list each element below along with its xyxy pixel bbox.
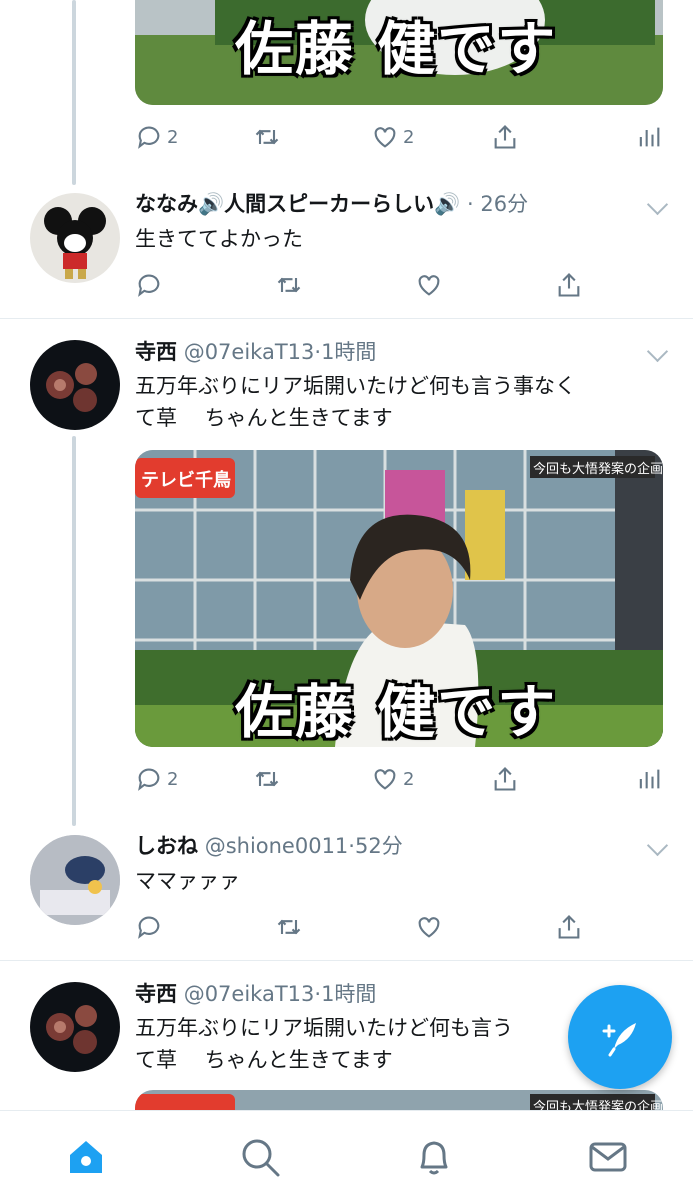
reply-count: 2 <box>167 126 179 148</box>
thread-line <box>72 436 76 826</box>
retweet-icon <box>255 129 279 145</box>
tab-home[interactable] <box>64 1135 108 1179</box>
display-name[interactable]: しおね <box>135 834 198 858</box>
tab-messages[interactable] <box>586 1135 630 1179</box>
compose-tweet-button[interactable] <box>568 985 672 1089</box>
tweet-media[interactable]: テレビ千鳥 今回も大悟発案の企画 佐藤 健です <box>135 450 663 747</box>
reply-icon <box>138 768 160 791</box>
divider <box>0 960 693 961</box>
chevron-down-icon[interactable] <box>646 340 669 363</box>
home-icon <box>70 1141 102 1173</box>
avatar[interactable] <box>30 835 120 925</box>
chevron-down-icon[interactable] <box>646 193 669 216</box>
tweet-header: 寺西 @07eikaT13·1時間 <box>135 338 376 366</box>
tweet-media[interactable]: 佐藤 健です <box>135 0 663 105</box>
tweet-actions: 2 2 <box>135 120 665 154</box>
tweet-header: しおね @shione0011·52分 <box>135 832 403 860</box>
separator: · <box>348 834 355 858</box>
reply-button[interactable]: 2 <box>135 762 178 796</box>
reply-button[interactable] <box>135 268 163 302</box>
handle[interactable]: @shione0011 <box>205 834 349 858</box>
retweet-button[interactable] <box>275 268 303 302</box>
display-name[interactable]: 寺西 <box>135 982 177 1006</box>
tab-notifications[interactable] <box>412 1135 456 1179</box>
tweet-header: ななみ🔊人間スピーカーらしい🔊 · 26分 <box>135 190 528 218</box>
like-button[interactable]: 2 <box>371 120 414 154</box>
share-icon <box>558 915 580 939</box>
retweet-button[interactable] <box>275 910 303 944</box>
analytics-button[interactable] <box>635 762 663 796</box>
heart-icon <box>418 917 440 938</box>
compose-feather-icon <box>602 1023 636 1057</box>
share-button[interactable] <box>491 120 519 154</box>
retweet-button[interactable] <box>253 120 281 154</box>
media-caption: 佐藤 健です <box>235 15 558 83</box>
timestamp: 52分 <box>354 834 403 858</box>
like-count: 2 <box>403 768 415 790</box>
tweet-text: 生きててよかった <box>135 227 303 251</box>
tweet-actions <box>135 910 665 944</box>
like-button[interactable] <box>415 268 443 302</box>
media-logo: テレビ千鳥 <box>141 470 231 491</box>
timestamp: 1時間 <box>321 340 377 364</box>
reply-button[interactable] <box>135 910 163 944</box>
handle[interactable]: @07eikaT13 <box>184 982 315 1006</box>
bottom-tab-bar <box>0 1110 693 1201</box>
analytics-icon <box>639 769 660 789</box>
retweet-icon <box>277 919 301 935</box>
analytics-button[interactable] <box>635 120 663 154</box>
thread-line <box>72 0 76 185</box>
avatar[interactable] <box>30 982 120 1072</box>
mail-icon <box>589 1142 627 1172</box>
like-count: 2 <box>403 126 415 148</box>
reply-icon <box>138 274 160 297</box>
tab-search[interactable] <box>238 1135 282 1179</box>
avatar[interactable] <box>30 193 120 283</box>
analytics-icon <box>639 127 660 147</box>
tweet-actions: 2 2 <box>135 762 665 796</box>
heart-icon <box>374 769 396 790</box>
reply-button[interactable]: 2 <box>135 120 178 154</box>
timestamp: 1時間 <box>321 982 377 1006</box>
reply-icon <box>138 916 160 939</box>
chevron-down-icon[interactable] <box>646 834 669 857</box>
like-button[interactable]: 2 <box>371 762 414 796</box>
reply-icon <box>138 126 160 149</box>
media-banner: 今回も大悟発案の企画 <box>533 462 663 477</box>
share-icon <box>494 767 516 791</box>
tweet-text: 五万年ぶりにリア垢開いたけど何も言う事なく て草 ちゃんと生きてます <box>135 374 576 430</box>
tweet-actions <box>135 268 665 302</box>
reply-count: 2 <box>167 768 179 790</box>
bell-icon <box>420 1141 448 1175</box>
retweet-icon <box>277 277 301 293</box>
display-name[interactable]: 寺西 <box>135 340 177 364</box>
tweet-text: ママァァァ <box>135 869 240 893</box>
media-caption: 佐藤 健です <box>235 678 558 746</box>
like-button[interactable] <box>415 910 443 944</box>
timestamp: 26分 <box>480 192 529 216</box>
tweet-header: 寺西 @07eikaT13·1時間 <box>135 980 376 1008</box>
share-icon <box>494 125 516 149</box>
heart-icon <box>418 275 440 296</box>
search-icon <box>242 1139 280 1177</box>
share-button[interactable] <box>555 268 583 302</box>
retweet-icon <box>255 771 279 787</box>
divider <box>0 318 693 319</box>
avatar[interactable] <box>30 340 120 430</box>
display-name[interactable]: ななみ🔊人間スピーカーらしい🔊 <box>135 192 460 216</box>
separator: · <box>466 192 474 216</box>
handle[interactable]: @07eikaT13 <box>184 340 315 364</box>
retweet-button[interactable] <box>253 762 281 796</box>
share-button[interactable] <box>491 762 519 796</box>
share-icon <box>558 273 580 297</box>
share-button[interactable] <box>555 910 583 944</box>
heart-icon <box>374 127 396 148</box>
